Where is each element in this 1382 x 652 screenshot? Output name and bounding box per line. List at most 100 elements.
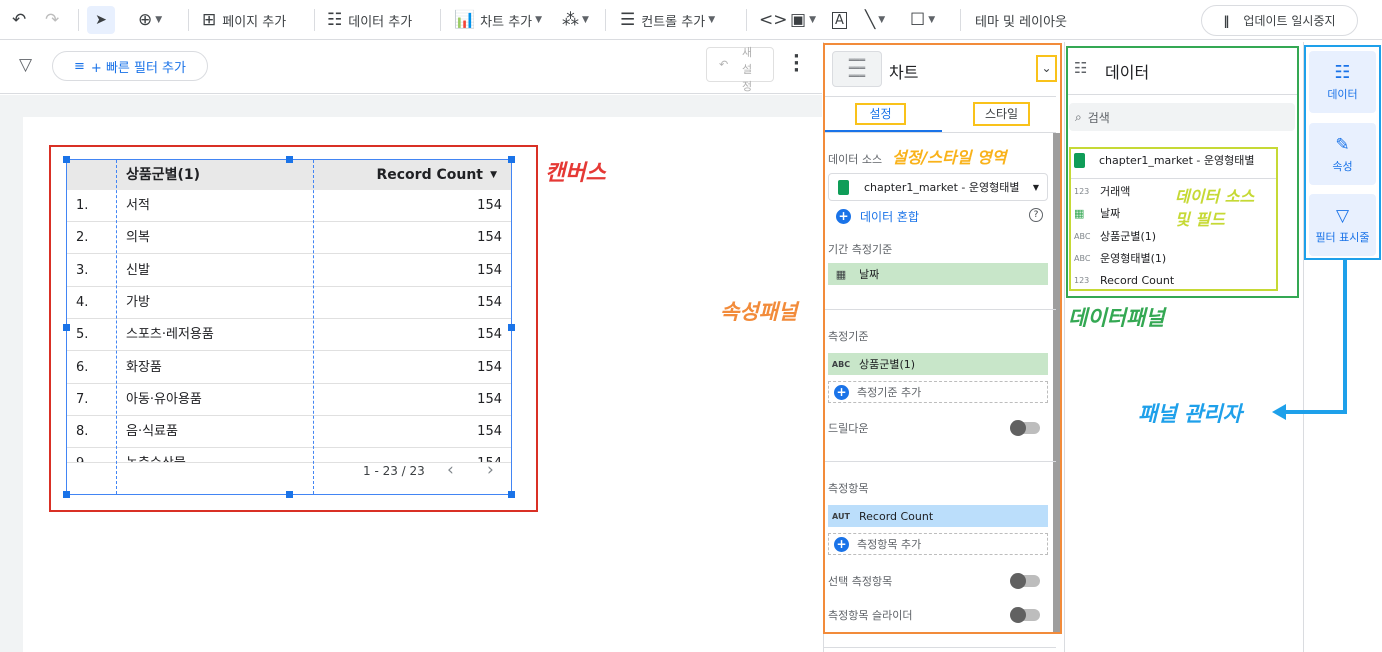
add-data-button[interactable]: ☷ 데이터 추가 [327,6,412,34]
rectangle-icon: ☐ [910,10,926,30]
category-cell: 화장품 [126,359,162,375]
row-number: 7. [76,391,89,407]
add-control-label: 컨트롤 추가 [641,14,706,30]
column-header-category[interactable]: 상품군별(1) [126,159,200,191]
toolbar-divider [605,9,606,31]
row-number: 1. [76,198,89,213]
shapes-icon: ⁂ [562,10,579,30]
community-viz-button[interactable]: ⁂ ▼ [562,6,589,34]
category-cell: 의복 [126,230,150,246]
add-data-label: 데이터 추가 [348,14,413,30]
redo-icon[interactable]: ↷ [45,6,59,34]
category-cell: 가방 [126,294,150,310]
table-row[interactable]: 8. 음·식료품 154 [67,416,511,449]
add-page-icon: ⊞ [202,10,217,30]
table-row[interactable]: 9.농축수산물154 [67,448,511,464]
category-cell: 음·식료품 [126,424,178,440]
next-page-icon[interactable]: › [487,460,494,480]
table-chart[interactable]: 상품군별(1) Record Count ▼ 1. 서적 154 2. 의복 154 3. 신… [66,159,512,495]
row-number: 5. [76,327,89,343]
panel-manager-annotation-box [1304,45,1381,260]
toolbar-divider [314,9,315,31]
toolbar-divider [960,9,961,31]
resize-handle[interactable] [286,491,293,498]
add-chart-icon: 📊 [454,10,476,30]
line-button[interactable]: ╲ ▼ [865,6,885,34]
column-header-record-count[interactable]: Record Count [376,159,483,191]
shape-button[interactable]: ☐ ▼ [910,6,935,34]
embed-code-icon[interactable]: <> [759,6,788,34]
resize-handle[interactable] [508,324,515,331]
category-cell: 서적 [126,198,150,213]
panel-manager-arrow [1272,258,1347,420]
prev-page-icon[interactable]: ‹ [447,460,454,480]
resize-handle[interactable] [63,156,70,163]
row-number: 4. [76,294,89,310]
more-vert-icon[interactable]: · · · [793,48,800,80]
category-cell: 스포츠·레저용품 [126,327,214,343]
data-source-fields-annotation-2: 및 필드 [1175,210,1225,229]
image-button[interactable]: ▣ ▼ [790,6,816,34]
data-panel-annotation-box [1066,46,1299,298]
reset-char-2: 설 [742,63,753,76]
add-page-label: 페이지 추가 [222,14,287,30]
properties-panel-annotation-box [823,43,1062,634]
toolbar: ↶ ↷ ➤ ⊕ ▼ ⊞ 페이지 추가 ☷ 데이터 추가 📊 차트 추가 ▼ ⁂ ▼ ☰… [0,0,1382,40]
undo-icon[interactable]: ↶ [12,6,26,34]
properties-panel-annotation: 속성패널 [720,300,798,324]
record-count-cell: 154 [477,198,502,213]
table-row[interactable]: 5. 스포츠·레저용품 154 [67,319,511,352]
text-icon[interactable]: A [832,6,847,34]
toolbar-divider [78,9,79,31]
table-row[interactable]: 6. 화장품 154 [67,352,511,384]
resize-handle[interactable] [63,324,70,331]
table-row[interactable]: 2. 의복 154 [67,222,511,255]
pause-updates-button[interactable]: ‖ 업데이트 일시중지 [1201,5,1358,36]
resize-handle[interactable] [63,491,70,498]
column-guide [313,160,314,494]
pause-updates-label: 업데이트 일시중지 [1243,14,1336,28]
divider [824,647,1056,648]
settings-style-annotation: 설정/스타일 영역 [892,148,1007,167]
select-pointer-icon[interactable]: ➤ [87,6,115,34]
category-cell: 아동·유아용품 [126,391,202,407]
column-guide [116,160,117,494]
theme-layout-label: 테마 및 레이아웃 [975,14,1067,30]
resize-handle[interactable] [286,156,293,163]
row-number: 3. [76,262,89,278]
row-number: 9. [76,448,88,462]
pagination-text: 1 - 23 / 23 [363,464,425,478]
canvas-annotation-label: 캔버스 [545,161,606,186]
record-count-cell: 154 [477,424,502,440]
table-row[interactable]: 3. 신발 154 [67,255,511,287]
row-number: 2. [76,230,89,246]
zoom-button[interactable]: ⊕ ▼ [138,6,162,34]
record-count-cell: 154 [477,359,502,375]
theme-layout-button[interactable]: 테마 및 레이아웃 [975,6,1067,34]
filter-icon[interactable]: ▽ [19,55,32,75]
record-count-cell: 154 [477,327,502,343]
category-cell: 신발 [126,262,150,278]
add-chart-button[interactable]: 📊 차트 추가 ▼ [454,6,542,34]
resize-handle[interactable] [508,491,515,498]
add-control-button[interactable]: ☰ 컨트롤 추가 ▼ [620,6,715,34]
control-icon: ☰ [620,10,636,30]
table-row[interactable]: 4. 가방 154 [67,287,511,319]
add-chart-label: 차트 추가 [480,14,533,30]
panel-manager-annotation: 패널 관리자 [1138,402,1242,426]
quick-filter-label: + 빠른 필터 추가 [90,60,186,76]
record-count-cell: 154 [477,391,502,407]
add-page-button[interactable]: ⊞ 페이지 추가 [202,6,286,34]
image-icon: ▣ [790,10,807,30]
data-source-fields-annotation-1: 데이터 소스 [1175,187,1255,206]
sort-desc-icon[interactable]: ▼ [490,159,497,191]
data-panel-annotation: 데이터패널 [1068,306,1165,330]
resize-handle[interactable] [508,156,515,163]
reset-button[interactable]: ↶ 새 설 정 [706,46,774,93]
add-data-icon: ☷ [327,10,343,30]
quick-filter-button[interactable]: ≡ + 빠른 필터 추가 [52,51,208,81]
reset-icon: ↶ [719,58,729,71]
table-row[interactable]: 1. 서적 154 [67,190,511,222]
pause-icon: ‖ [1223,13,1230,28]
table-row[interactable]: 7. 아동·유아용품 154 [67,384,511,416]
